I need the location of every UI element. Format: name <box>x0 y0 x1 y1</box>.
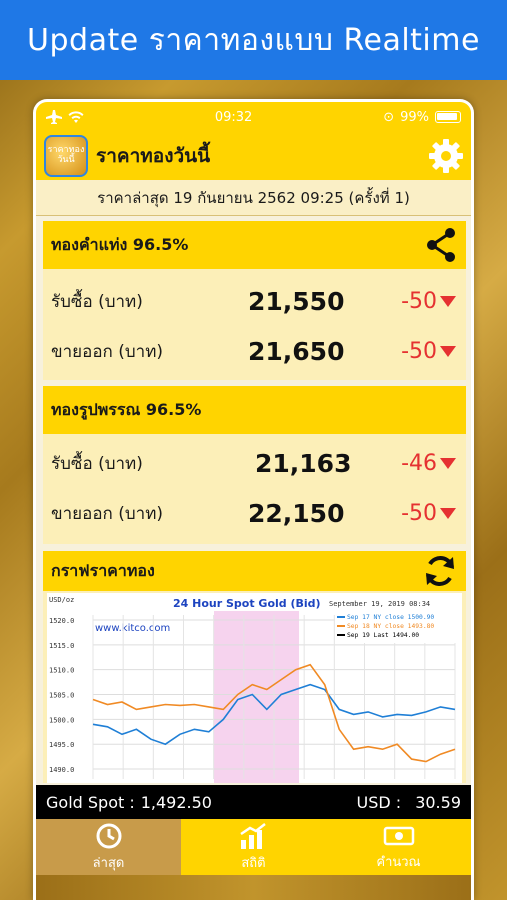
bottom-strip <box>36 875 471 900</box>
ornament-gold-sell-label: ขายออก (บาท) <box>51 503 164 524</box>
ornament-gold-card: ทองรูปพรรณ 96.5% รับซื้อ (บาท) 21,163 -4… <box>43 386 466 544</box>
chart-canvas: USD/oz 24 Hour Spot Gold (Bid) September… <box>49 596 457 783</box>
legend-entry: Sep 19 Last 1494.00 <box>347 632 419 639</box>
gold-graph-header: กราฟราคาทอง <box>43 551 466 591</box>
y-tick-label: 1500.0 <box>49 716 74 724</box>
tab-stats-label: สถิติ <box>241 855 266 871</box>
chart-legend: Sep 17 NY close 1500.90 Sep 18 NY close 1… <box>335 611 457 643</box>
highlight-band <box>214 611 299 783</box>
ornament-gold-buy-row: รับซื้อ (บาท) 21,163 -46 <box>43 438 466 488</box>
chart-date: September 19, 2019 08:34 <box>329 600 430 608</box>
legend-entry: Sep 17 NY close 1500.90 <box>347 614 434 621</box>
ornament-gold-title: ทองรูปพรรณ 96.5% <box>51 399 202 419</box>
bar-gold-title: ทองคำแท่ง 96.5% <box>51 234 189 254</box>
wifi-icon <box>68 111 84 123</box>
last-updated: ราคาล่าสุด 19 กันยายน 2562 09:25 (ครั้งท… <box>36 180 471 216</box>
tab-bar: ล่าสุด สถิติ คำนวณ <box>36 819 471 875</box>
tab-latest-label: ล่าสุด <box>92 855 125 871</box>
airplane-icon <box>46 110 62 124</box>
y-tick-label: 1520.0 <box>49 617 74 625</box>
ornament-gold-sell-row: ขายออก (บาท) 22,150 -50 <box>43 488 466 538</box>
banner-title: Update ราคาทองแบบ Realtime <box>27 22 480 58</box>
bar-gold-sell-change: -50 <box>401 339 456 364</box>
share-icon[interactable] <box>424 227 458 263</box>
status-time: 09:32 <box>214 109 253 125</box>
tab-latest[interactable]: ล่าสุด <box>36 819 181 875</box>
bar-gold-buy-row: รับซื้อ (บาท) 21,550 -50 <box>43 276 466 326</box>
gold-spot-label: Gold Spot : <box>46 792 135 812</box>
clock-icon <box>96 823 121 848</box>
unit-label: USD/oz <box>49 596 74 604</box>
money-icon <box>383 826 414 845</box>
promo-banner: Update ราคาทองแบบ Realtime <box>0 0 507 80</box>
y-tick-label: 1505.0 <box>49 692 74 700</box>
app-bar: ราคาทองวันนี้ ราคาทองวันนี้ <box>36 132 471 180</box>
gold-spot-value: 1,492.50 <box>140 792 212 812</box>
bar-gold-card: ทองคำแท่ง 96.5% รับซื้อ (บาท) 21,550 -50… <box>43 221 466 380</box>
usd-value: 30.59 <box>415 792 461 812</box>
app-title: ราคาทองวันนี้ <box>96 145 211 167</box>
bar-gold-sell-label: ขายออก (บาท) <box>51 341 164 362</box>
battery-icon <box>435 111 461 123</box>
y-tick-label: 1490.0 <box>49 766 74 774</box>
chart-title: 24 Hour Spot Gold (Bid) <box>173 597 321 610</box>
app-logo: ราคาทองวันนี้ <box>44 135 88 177</box>
battery-percent: 99% <box>400 109 429 125</box>
ornament-gold-sell-change: -50 <box>401 501 456 526</box>
ornament-gold-sell-value: 22,150 <box>248 498 345 528</box>
ornament-gold-header: ทองรูปพรรณ 96.5% <box>43 386 466 434</box>
tab-calculate-label: คำนวณ <box>376 854 421 870</box>
spot-price-bar: Gold Spot : 1,492.50 USD : 30.59 <box>36 785 471 819</box>
bar-gold-buy-label: รับซื้อ (บาท) <box>51 291 143 312</box>
kitco-watermark: www.kitco.com <box>95 623 170 634</box>
rotation-lock-icon: ⊙ <box>383 109 395 125</box>
ornament-gold-buy-label: รับซื้อ (บาท) <box>51 453 143 474</box>
stats-icon <box>239 822 266 849</box>
bar-gold-buy-value: 21,550 <box>248 286 345 316</box>
refresh-icon[interactable] <box>422 553 458 589</box>
y-tick-label: 1515.0 <box>49 642 74 650</box>
bar-gold-header: ทองคำแท่ง 96.5% <box>43 221 466 269</box>
gold-graph-title: กราฟราคาทอง <box>51 560 155 580</box>
phone-frame: 09:32 ⊙ 99% ราคาทองวันนี้ ราคาทองวันนี้ <box>33 99 474 900</box>
status-bar: 09:32 ⊙ 99% <box>36 102 471 132</box>
last-updated-text: ราคาล่าสุด 19 กันยายน 2562 09:25 (ครั้งท… <box>97 188 410 207</box>
settings-gear-icon[interactable] <box>427 137 465 175</box>
gold-graph-card: กราฟราคาทอง USD/oz 24 Hour Spot Gold (Bi… <box>43 551 466 783</box>
tab-stats[interactable]: สถิติ <box>181 819 326 875</box>
down-arrow-icon <box>440 507 456 519</box>
usd-label: USD : <box>356 792 402 812</box>
ornament-gold-buy-change: -46 <box>401 451 456 476</box>
tab-calculate[interactable]: คำนวณ <box>326 819 471 875</box>
down-arrow-icon <box>440 345 456 357</box>
gold-price-chart: USD/oz 24 Hour Spot Gold (Bid) September… <box>47 593 462 783</box>
down-arrow-icon <box>440 295 456 307</box>
legend-entry: Sep 18 NY close 1493.80 <box>347 623 434 630</box>
down-arrow-icon <box>440 457 456 469</box>
bar-gold-sell-row: ขายออก (บาท) 21,650 -50 <box>43 326 466 376</box>
y-tick-label: 1495.0 <box>49 741 74 749</box>
y-tick-label: 1510.0 <box>49 667 74 675</box>
bar-gold-sell-value: 21,650 <box>248 336 345 366</box>
bar-gold-buy-change: -50 <box>401 289 456 314</box>
ornament-gold-buy-value: 21,163 <box>255 448 352 478</box>
